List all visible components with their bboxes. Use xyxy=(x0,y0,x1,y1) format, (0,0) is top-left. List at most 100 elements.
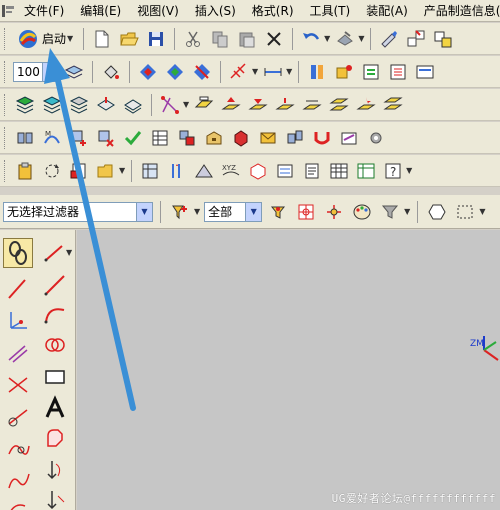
menu-file[interactable]: 文件(F) xyxy=(16,0,72,22)
snap-point-button-1[interactable] xyxy=(136,60,160,84)
spline-button[interactable] xyxy=(3,434,33,464)
plane-button-2[interactable] xyxy=(219,93,243,117)
chevron-down-icon[interactable]: ▼ xyxy=(324,34,330,43)
undo-button[interactable] xyxy=(299,27,323,51)
drafting-button-12[interactable] xyxy=(327,159,351,183)
cut-button[interactable] xyxy=(181,27,205,51)
snap-filter-button[interactable] xyxy=(266,200,290,224)
assembly-button-6[interactable] xyxy=(148,126,172,150)
drafting-button-11[interactable] xyxy=(300,159,324,183)
paste-button[interactable] xyxy=(235,27,259,51)
chevron-down-icon[interactable]: ▼ xyxy=(136,202,152,221)
assembly-button-14[interactable] xyxy=(364,126,388,150)
offset-curve-button[interactable] xyxy=(40,456,70,486)
chevron-down-icon[interactable]: ▼ xyxy=(406,166,412,175)
show-hide-button[interactable] xyxy=(431,27,455,51)
text-button[interactable] xyxy=(40,393,70,423)
chevron-down-icon[interactable]: ▼ xyxy=(119,166,125,175)
wcs-button[interactable] xyxy=(404,27,428,51)
point-set-button[interactable] xyxy=(158,93,182,117)
layer-stack-button-2[interactable] xyxy=(40,93,64,117)
toolbar-grip[interactable] xyxy=(4,60,7,83)
edit-display-button[interactable] xyxy=(377,27,401,51)
scope-combo[interactable]: 全部 ▼ xyxy=(204,201,263,222)
assembly-button-13[interactable] xyxy=(337,126,361,150)
snap-point-button-2[interactable] xyxy=(163,60,187,84)
hexagon-select-button[interactable] xyxy=(425,200,449,224)
chevron-down-icon[interactable]: ▼ xyxy=(194,207,200,216)
drafting-button-2[interactable] xyxy=(40,159,64,183)
graphics-window[interactable]: ZM UG爱好者论坛@ffffffffffff xyxy=(77,230,500,510)
line-2-button[interactable] xyxy=(40,270,70,300)
plane-button-4[interactable] xyxy=(273,93,297,117)
axis-button[interactable] xyxy=(3,306,33,336)
chevron-down-icon[interactable]: ▼ xyxy=(286,67,292,76)
list-button[interactable] xyxy=(386,60,410,84)
menu-pmi[interactable]: 产品制造信息(M) xyxy=(416,0,500,22)
drafting-button-1[interactable] xyxy=(13,159,37,183)
fillet-button[interactable] xyxy=(40,424,70,454)
drafting-button-10[interactable] xyxy=(273,159,297,183)
toolbar-grip[interactable] xyxy=(4,126,7,149)
drafting-button-7[interactable] xyxy=(192,159,216,183)
layer-stack-button-5[interactable] xyxy=(121,93,145,117)
zoom-combo[interactable]: 100 ▼ xyxy=(13,61,59,82)
chevron-down-icon[interactable]: ▼ xyxy=(66,248,72,257)
assembly-button-8[interactable] xyxy=(202,126,226,150)
menu-insert[interactable]: 插入(S) xyxy=(187,0,244,22)
menu-tools[interactable]: 工具(T) xyxy=(302,0,359,22)
chevron-down-icon[interactable]: ▼ xyxy=(245,202,262,221)
delete-button[interactable] xyxy=(262,27,286,51)
help-button[interactable]: ? xyxy=(381,159,405,183)
new-file-button[interactable] xyxy=(90,27,114,51)
snap-crosshair-button[interactable] xyxy=(322,200,346,224)
drafting-button-8[interactable]: XYZ xyxy=(219,159,243,183)
polyline-button[interactable] xyxy=(3,274,33,304)
open-button[interactable] xyxy=(117,27,141,51)
assembly-button-1[interactable] xyxy=(13,126,37,150)
layer-stack-button-1[interactable] xyxy=(13,93,37,117)
chevron-down-icon[interactable]: ▼ xyxy=(42,62,58,81)
app-menu-icon[interactable] xyxy=(0,0,16,22)
info-button[interactable] xyxy=(305,60,329,84)
save-button[interactable] xyxy=(144,27,168,51)
export-button[interactable] xyxy=(359,60,383,84)
measure-button[interactable] xyxy=(261,60,285,84)
chevron-down-icon[interactable]: ▼ xyxy=(404,207,410,216)
repeat-command-button[interactable] xyxy=(333,27,357,51)
layer-button[interactable] xyxy=(62,60,86,84)
assembly-button-10[interactable] xyxy=(256,126,280,150)
plane-button-5[interactable] xyxy=(300,93,324,117)
drafting-button-3[interactable] xyxy=(67,159,91,183)
start-button[interactable]: 启动 ▼ xyxy=(13,26,77,52)
intersect-button[interactable] xyxy=(3,370,33,400)
chevron-down-icon[interactable]: ▼ xyxy=(479,207,485,216)
chevron-down-icon[interactable]: ▼ xyxy=(183,100,189,109)
snap-point-button-3[interactable] xyxy=(190,60,214,84)
assembly-button-11[interactable] xyxy=(283,126,307,150)
color-palette-button[interactable] xyxy=(350,200,374,224)
project-curve-button[interactable] xyxy=(40,486,70,510)
paint-button[interactable] xyxy=(99,60,123,84)
menu-assembly[interactable]: 装配(A) xyxy=(358,0,416,22)
chevron-down-icon[interactable]: ▼ xyxy=(358,34,364,43)
drafting-button-6[interactable] xyxy=(165,159,189,183)
copy-button[interactable] xyxy=(208,27,232,51)
drafting-button-5[interactable] xyxy=(138,159,162,183)
circle-button[interactable] xyxy=(40,330,70,360)
plane-button-3[interactable] xyxy=(246,93,270,117)
assembly-button-4[interactable] xyxy=(94,126,118,150)
chevron-down-icon[interactable]: ▼ xyxy=(252,67,258,76)
helix-button[interactable] xyxy=(3,492,33,510)
menu-edit[interactable]: 编辑(E) xyxy=(72,0,129,22)
analysis-button[interactable] xyxy=(332,60,356,84)
type-filter-combo[interactable]: 无选择过滤器 ▼ xyxy=(3,201,153,222)
toolbar-grip[interactable] xyxy=(4,93,7,116)
layer-stack-button-4[interactable] xyxy=(94,93,118,117)
assembly-button-5[interactable] xyxy=(121,126,145,150)
drafting-button-4[interactable] xyxy=(94,159,118,183)
tangent-button[interactable] xyxy=(3,402,33,432)
plane-button-1[interactable] xyxy=(192,93,216,117)
plane-button-6[interactable] xyxy=(327,93,351,117)
assembly-button-12[interactable] xyxy=(310,126,334,150)
